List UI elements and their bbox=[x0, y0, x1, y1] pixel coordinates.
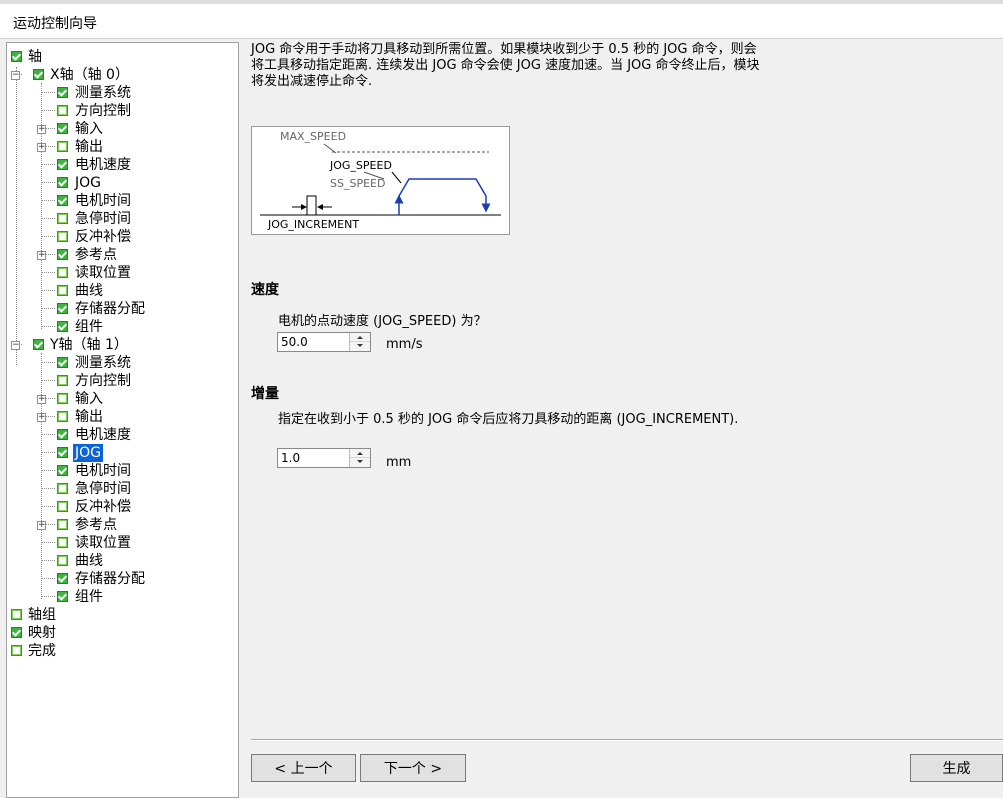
checkbox-icon[interactable] bbox=[57, 213, 68, 224]
checkbox-icon[interactable] bbox=[57, 537, 68, 548]
speed-section-title: 速度 bbox=[251, 282, 279, 298]
tree-item-label: 参考点 bbox=[75, 517, 117, 533]
checkbox-icon[interactable] bbox=[11, 51, 22, 62]
tree-item-label: 输入 bbox=[75, 121, 103, 137]
checkbox-icon[interactable] bbox=[57, 285, 68, 296]
tree-item-label: 组件 bbox=[75, 589, 103, 605]
tree-item-label: 反冲补偿 bbox=[75, 229, 131, 245]
jog-description: JOG 命令用于手动将刀具移动到所需位置。如果模块收到少于 0.5 秒的 JOG… bbox=[251, 42, 760, 89]
decrement-arrow-icon[interactable] bbox=[350, 342, 370, 351]
jog-increment-label: JOG_INCREMENT bbox=[267, 218, 359, 231]
jog-diagram: MAX_SPEED JOG_SPEED SS_SPEED JOG_INCREME… bbox=[251, 126, 510, 235]
tree-item-label: 曲线 bbox=[75, 553, 103, 569]
checkbox-icon[interactable] bbox=[57, 411, 68, 422]
tree-item-label: 方向控制 bbox=[75, 103, 131, 119]
max-speed-label: MAX_SPEED bbox=[280, 130, 346, 143]
tree-item-label: 组件 bbox=[75, 319, 103, 335]
expand-icon[interactable]: + bbox=[37, 395, 46, 404]
expand-icon[interactable]: + bbox=[37, 143, 46, 152]
tree-item-label: 输入 bbox=[75, 391, 103, 407]
checkbox-icon[interactable] bbox=[57, 159, 68, 170]
prev-button[interactable]: < 上一个 bbox=[251, 754, 356, 782]
generate-button[interactable]: 生成 bbox=[910, 754, 1003, 782]
tree-item-label: 方向控制 bbox=[75, 373, 131, 389]
increment-unit: mm bbox=[386, 455, 412, 470]
checkbox-icon[interactable] bbox=[57, 375, 68, 386]
tree-item-label: JOG bbox=[75, 175, 101, 191]
checkbox-icon[interactable] bbox=[57, 393, 68, 404]
jog-profile-graphic: MAX_SPEED JOG_SPEED SS_SPEED JOG_INCREME… bbox=[260, 130, 501, 231]
checkbox-icon[interactable] bbox=[57, 357, 68, 368]
navigation-tree: 轴 − X轴（轴 0） − Y轴（轴 1） 轴组 映射 完成 测量系统 方向控制 +… bbox=[6, 42, 239, 798]
tree-item-label: 读取位置 bbox=[75, 535, 131, 551]
title-bar: 运动控制向导 bbox=[0, 4, 1003, 39]
tree-item-label: 曲线 bbox=[75, 283, 103, 299]
checkbox-icon[interactable] bbox=[57, 321, 68, 332]
checkbox-icon[interactable] bbox=[11, 627, 22, 638]
checkbox-icon[interactable] bbox=[57, 303, 68, 314]
jog-speed-stepper[interactable] bbox=[277, 332, 371, 352]
checkbox-icon[interactable] bbox=[57, 555, 68, 566]
checkbox-icon[interactable] bbox=[57, 573, 68, 584]
next-button[interactable]: 下一个 > bbox=[360, 754, 466, 782]
checkbox-icon[interactable] bbox=[57, 123, 68, 134]
checkbox-icon[interactable] bbox=[57, 141, 68, 152]
tree-item-label: 反冲补偿 bbox=[75, 499, 131, 515]
checkbox-icon[interactable] bbox=[57, 105, 68, 116]
tree-item-label: 电机速度 bbox=[75, 157, 131, 173]
tree-item-label: JOG bbox=[73, 444, 103, 462]
tree-item-label: 电机速度 bbox=[75, 427, 131, 443]
checkbox-icon[interactable] bbox=[33, 69, 44, 80]
decrement-arrow-icon[interactable] bbox=[350, 458, 370, 467]
tree-item-label: 读取位置 bbox=[75, 265, 131, 281]
tree-item-label: 电机时间 bbox=[75, 463, 131, 479]
expand-icon[interactable]: + bbox=[37, 251, 46, 260]
speed-unit: mm/s bbox=[386, 337, 423, 352]
tree-item-label: 测量系统 bbox=[75, 85, 131, 101]
checkbox-icon[interactable] bbox=[57, 447, 68, 458]
increment-arrow-icon[interactable] bbox=[350, 333, 370, 342]
checkbox-icon[interactable] bbox=[33, 339, 44, 350]
window-title: 运动控制向导 bbox=[13, 16, 97, 32]
checkbox-icon[interactable] bbox=[57, 177, 68, 188]
increment-label: 指定在收到小于 0.5 秒的 JOG 命令后应将刀具移动的距离 (JOG_INC… bbox=[278, 412, 739, 427]
jog-speed-label: JOG_SPEED bbox=[329, 159, 392, 172]
checkbox-icon[interactable] bbox=[57, 195, 68, 206]
increment-section-title: 增量 bbox=[251, 386, 279, 402]
ss-speed-label: SS_SPEED bbox=[330, 177, 385, 190]
collapse-icon[interactable]: − bbox=[11, 341, 20, 350]
jog-increment-input[interactable] bbox=[278, 449, 352, 467]
footer-separator bbox=[251, 739, 1003, 741]
increment-arrow-icon[interactable] bbox=[350, 449, 370, 458]
checkbox-icon[interactable] bbox=[57, 501, 68, 512]
tree-item-label: 输出 bbox=[75, 139, 103, 155]
checkbox-icon[interactable] bbox=[11, 645, 22, 656]
tree-item-label: 急停时间 bbox=[75, 211, 131, 227]
checkbox-icon[interactable] bbox=[57, 591, 68, 602]
checkbox-icon[interactable] bbox=[11, 609, 22, 620]
tree-item-label: 输出 bbox=[75, 409, 103, 425]
collapse-icon[interactable]: − bbox=[11, 71, 20, 80]
checkbox-icon[interactable] bbox=[57, 429, 68, 440]
expand-icon[interactable]: + bbox=[37, 413, 46, 422]
expand-icon[interactable]: + bbox=[37, 521, 46, 530]
tree-item-label: 测量系统 bbox=[75, 355, 131, 371]
tree-item-label: 存储器分配 bbox=[75, 571, 145, 587]
checkbox-icon[interactable] bbox=[57, 267, 68, 278]
jog-speed-input[interactable] bbox=[278, 333, 352, 351]
expand-icon[interactable]: + bbox=[37, 125, 46, 134]
checkbox-icon[interactable] bbox=[57, 87, 68, 98]
tree-item-label: 存储器分配 bbox=[75, 301, 145, 317]
tree-item-label: 参考点 bbox=[75, 247, 117, 263]
checkbox-icon[interactable] bbox=[57, 231, 68, 242]
tree-item-label: 急停时间 bbox=[75, 481, 131, 497]
jog-increment-stepper[interactable] bbox=[277, 448, 371, 468]
speed-label: 电机的点动速度 (JOG_SPEED) 为？ bbox=[278, 314, 487, 329]
checkbox-icon[interactable] bbox=[57, 249, 68, 260]
checkbox-icon[interactable] bbox=[57, 519, 68, 530]
tree-item-label: 电机时间 bbox=[75, 193, 131, 209]
checkbox-icon[interactable] bbox=[57, 465, 68, 476]
checkbox-icon[interactable] bbox=[57, 483, 68, 494]
